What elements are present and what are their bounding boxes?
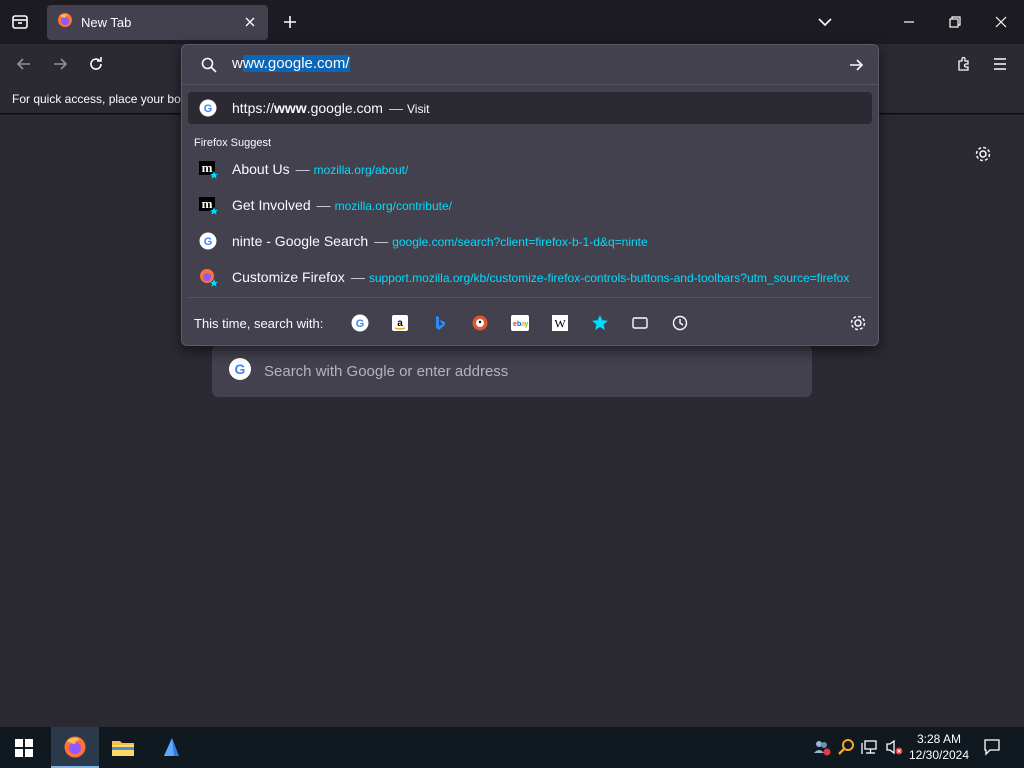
svg-text:y: y	[525, 321, 529, 328]
duckduckgo-icon[interactable]	[470, 313, 490, 333]
file-explorer-icon[interactable]	[99, 727, 147, 768]
result-title: https://www.google.com — Visit	[232, 100, 430, 116]
mozilla-bookmark-icon: m	[199, 196, 218, 215]
firefox-icon	[57, 12, 73, 33]
tabs-icon[interactable]	[630, 313, 650, 333]
windows-start-icon[interactable]	[0, 727, 48, 768]
taskbar-clock[interactable]: 3:28 AM 12/30/2024	[906, 731, 972, 763]
minimize-icon[interactable]	[899, 12, 919, 32]
notification-icon[interactable]	[982, 737, 1002, 757]
urlbar-panel: www.google.com/ G https://www.google.com…	[181, 44, 879, 346]
ebay-icon[interactable]: ebay	[510, 313, 530, 333]
svg-text:m: m	[202, 196, 213, 211]
suggest-item-customize-firefox[interactable]: Customize Firefox — support.mozilla.org/kb…	[188, 261, 872, 293]
result-title: Get Involved — mozilla.org/contribute/	[232, 197, 452, 213]
svg-text:G: G	[204, 236, 213, 248]
result-title: About Us — mozilla.org/about/	[232, 161, 409, 177]
google-icon: G	[199, 232, 217, 250]
menu-icon[interactable]	[989, 53, 1011, 75]
divider	[188, 297, 872, 298]
tab-title: New Tab	[81, 15, 132, 30]
suggest-item-google-search[interactable]: G ninte - Google Search — google.com/searc…	[188, 225, 872, 257]
go-arrow-icon[interactable]	[846, 55, 866, 75]
back-arrow-icon[interactable]	[13, 53, 35, 75]
heuristic-result[interactable]: G https://www.google.com — Visit	[188, 92, 872, 124]
clock-date: 12/30/2024	[908, 748, 970, 762]
clock-time: 3:28 AM	[916, 732, 962, 746]
search-tray-icon[interactable]	[837, 738, 855, 756]
svg-text:a: a	[397, 318, 403, 329]
suggest-item-about-us[interactable]: m About Us — mozilla.org/about/	[188, 153, 872, 185]
svg-text:m: m	[202, 160, 213, 175]
bookmarks-star-icon[interactable]	[590, 313, 610, 333]
tab-bar: New Tab	[0, 0, 1024, 44]
urlbar-input-row[interactable]: www.google.com/	[182, 45, 878, 85]
search-with-label: This time, search with:	[194, 316, 324, 331]
result-title: ninte - Google Search — google.com/search?…	[232, 233, 648, 249]
google-icon: G	[199, 99, 217, 117]
google-icon[interactable]: G	[350, 313, 370, 333]
search-shortcuts: This time, search with: G a ebay W	[182, 307, 878, 339]
network-people-icon[interactable]	[813, 738, 831, 756]
firefox-bookmark-icon	[199, 268, 218, 287]
restore-icon[interactable]	[945, 12, 965, 32]
svg-text:G: G	[235, 361, 246, 377]
wikipedia-icon[interactable]: W	[550, 313, 570, 333]
bookmarks-hint: For quick access, place your boo	[12, 92, 188, 106]
tab-new-tab[interactable]: New Tab	[47, 5, 268, 40]
history-icon[interactable]	[670, 313, 690, 333]
window-close-icon[interactable]	[991, 12, 1011, 32]
result-title: Customize Firefox — support.mozilla.org/kb…	[232, 269, 850, 285]
google-icon: G	[228, 357, 252, 386]
gear-icon[interactable]	[973, 144, 993, 164]
svg-text:G: G	[204, 103, 213, 115]
bing-icon[interactable]	[430, 313, 450, 333]
firefox-taskbar-icon[interactable]	[51, 727, 99, 768]
chevron-down-icon[interactable]	[815, 12, 835, 32]
svg-text:W: W	[554, 317, 566, 331]
search-icon	[200, 56, 218, 74]
reload-icon[interactable]	[85, 53, 107, 75]
app-sail-icon[interactable]	[148, 727, 196, 768]
extensions-icon[interactable]	[953, 53, 975, 75]
search-placeholder: Search with Google or enter address	[264, 362, 509, 380]
volume-muted-icon[interactable]	[885, 738, 903, 756]
network-icon[interactable]	[861, 738, 879, 756]
urlbar-input[interactable]: www.google.com/	[232, 55, 350, 72]
close-icon[interactable]	[242, 14, 258, 30]
svg-text:G: G	[356, 318, 365, 330]
plus-icon[interactable]	[279, 11, 301, 33]
forward-arrow-icon[interactable]	[49, 53, 71, 75]
firefox-suggest-label: Firefox Suggest	[194, 137, 272, 149]
amazon-icon[interactable]: a	[390, 313, 410, 333]
taskbar: 3:28 AM 12/30/2024	[0, 727, 1024, 768]
urlbar-selection: ww.google.com/	[242, 55, 350, 72]
gear-icon[interactable]	[848, 313, 868, 333]
mozilla-bookmark-icon: m	[199, 160, 218, 179]
content-search-box[interactable]: G Search with Google or enter address	[212, 345, 812, 397]
firefox-view-icon[interactable]	[8, 10, 32, 34]
suggest-item-get-involved[interactable]: m Get Involved — mozilla.org/contribute/	[188, 189, 872, 221]
